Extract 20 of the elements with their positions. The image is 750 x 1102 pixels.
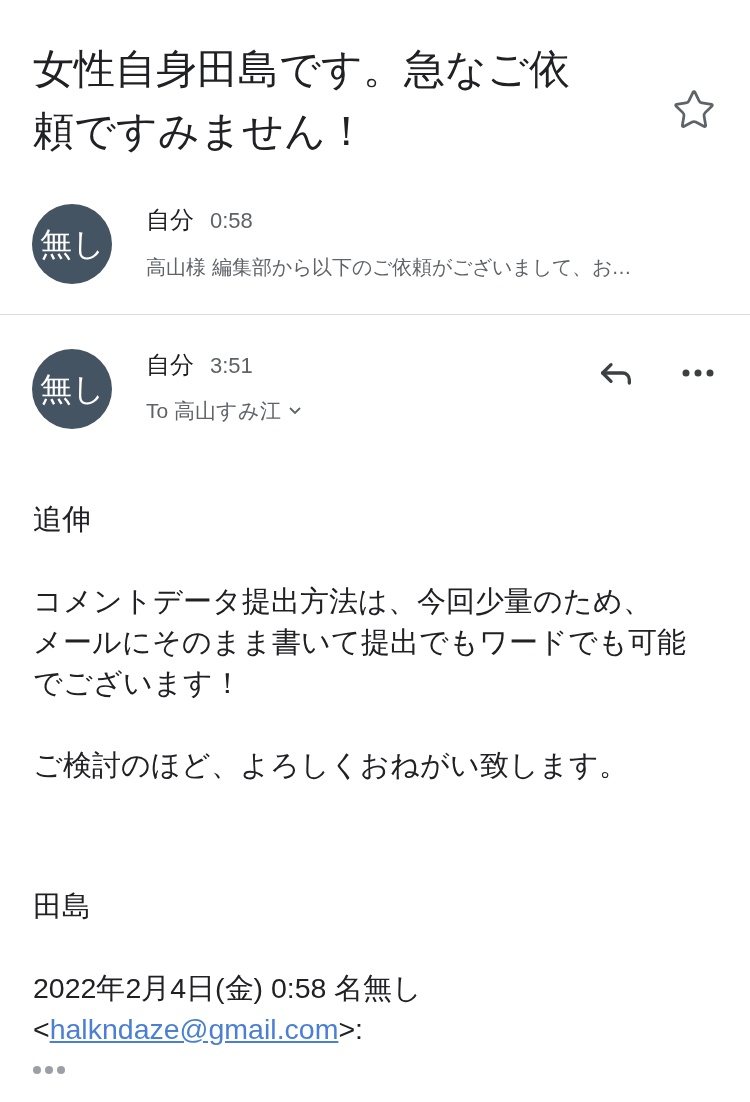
avatar: 無し	[32, 204, 112, 284]
body-paragraph: ご検討のほど、よろしくおねがい致します。	[33, 748, 629, 783]
sender-name: 自分	[146, 350, 194, 380]
dots-icon	[33, 1066, 65, 1074]
body-paragraph: コメントデータ提出方法は、今回少量のため、 メールにそのまま書いて提出でもワードでも可能 でございます！	[33, 584, 687, 701]
avatar: 無し	[32, 349, 112, 429]
email-link[interactable]: halkndaze@gmail.com	[49, 1013, 339, 1045]
signature: 田島	[33, 889, 92, 924]
more-button[interactable]	[682, 369, 714, 377]
body-paragraph: 追伸	[33, 502, 92, 537]
show-trimmed-button[interactable]	[33, 1066, 65, 1074]
recipient-toggle[interactable]: To 高山すみ江	[146, 395, 302, 427]
message-snippet: 高山様 編集部から以下のご依頼がございまして、お…	[146, 255, 633, 280]
chevron-icon	[289, 406, 302, 415]
sender-name: 自分	[146, 205, 194, 235]
message-time: 0:58	[210, 207, 253, 235]
email-subject: 女性自身田島です。急なご依頼ですみません！	[33, 45, 571, 156]
message-time: 3:51	[210, 352, 253, 380]
more-icon	[682, 369, 714, 377]
quote-header: 2022年2月4日(金) 0:58 名無し <halkndaze@gmail.com>:	[33, 971, 424, 1047]
